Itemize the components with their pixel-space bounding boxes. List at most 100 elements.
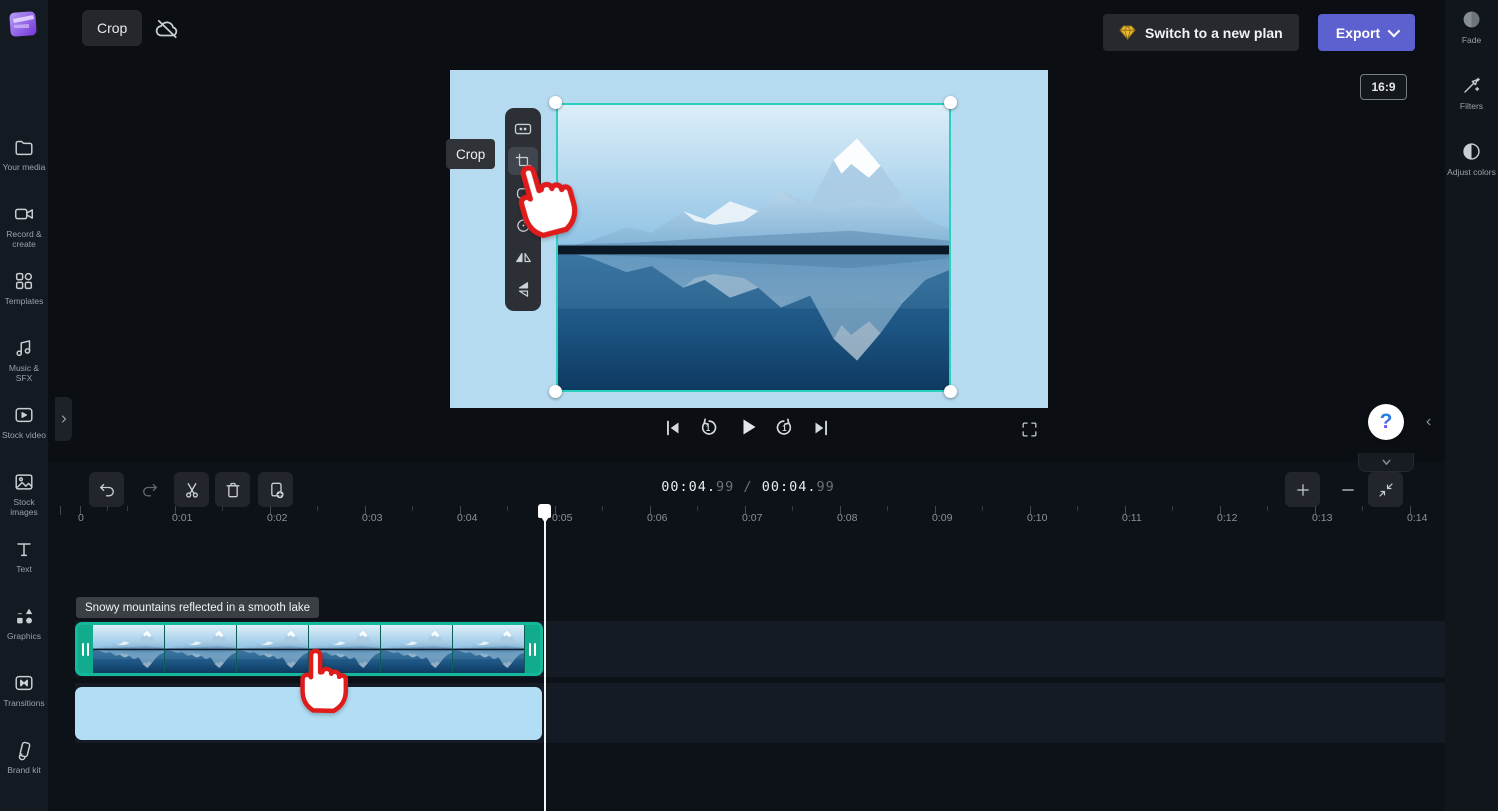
stock-video-icon [13, 404, 35, 426]
filmstrip-frame [381, 625, 453, 673]
panel-item-filters[interactable]: Filters [1445, 66, 1498, 132]
chevron-down-icon [1387, 24, 1401, 38]
sidebar-item-music-sfx[interactable]: Music & SFX [0, 329, 48, 396]
folder-media-icon [13, 136, 35, 158]
templates-icon [13, 270, 35, 292]
ruler-label: 0:08 [837, 512, 858, 524]
ruler-label: 0 [78, 512, 84, 524]
crop-tooltip: Crop [446, 139, 496, 169]
ruler-label: 0:13 [1312, 512, 1333, 524]
playhead[interactable] [544, 505, 546, 811]
collapse-preview-tab[interactable] [1358, 453, 1414, 472]
sidebar-item-transitions[interactable]: Transitions [0, 664, 48, 731]
sidebar-item-text[interactable]: Text [0, 530, 48, 597]
selected-video-frame[interactable] [556, 103, 951, 392]
help-button[interactable]: ? [1368, 404, 1404, 440]
brand-kit-icon [13, 739, 35, 761]
split-button[interactable] [174, 472, 209, 507]
crop-handle-bottom-left[interactable] [549, 385, 562, 398]
text-icon [13, 538, 35, 560]
sidebar-item-label: Stock video [2, 431, 46, 440]
sidebar-item-stock-images[interactable]: Stock images [0, 463, 48, 530]
filters-icon [1461, 75, 1482, 96]
forward-1s-icon[interactable]: 1 [769, 413, 799, 443]
filmstrip-frame [93, 625, 165, 673]
sidebar-item-graphics[interactable]: Graphics [0, 597, 48, 664]
panel-item-adjust-colors[interactable]: Adjust colors [1445, 132, 1498, 198]
page-title: Crop [82, 10, 143, 46]
timecode-display: 00:04.99 / 00:04.99 [661, 479, 835, 495]
aspect-ratio-badge[interactable]: 16:9 [1360, 74, 1407, 100]
sidebar-item-stock-video[interactable]: Stock video [0, 396, 48, 463]
sidebar-item-label: Your media [2, 163, 46, 172]
flip-horizontal-icon[interactable] [508, 244, 538, 272]
ruler-minor-ticks [0, 506, 1445, 511]
rewind-1s-icon[interactable]: 1 [694, 413, 724, 443]
playhead-handle[interactable] [538, 504, 551, 523]
sidebar-item-label: Record & create [6, 230, 42, 249]
cloud-backup-off-icon[interactable] [153, 17, 183, 41]
duplicate-button[interactable] [258, 472, 293, 507]
collapse-right-panel-button[interactable] [1420, 411, 1436, 433]
ruler-label: 0:04 [457, 512, 478, 524]
music-sfx-icon [13, 337, 35, 359]
crop-handle-bottom-right[interactable] [944, 385, 957, 398]
sidebar-item-label: Text [16, 565, 32, 574]
sidebar-item-your-media[interactable]: Your media [0, 128, 48, 195]
sidebar-nav: Your media Record & create Templates Mus… [0, 128, 48, 798]
mountain-lake-video [558, 105, 949, 390]
tutorial-hand-cursor-clip [292, 641, 354, 715]
panel-item-label: Filters [1459, 101, 1484, 111]
skip-end-icon[interactable] [806, 413, 836, 443]
redo-button[interactable] [132, 472, 167, 507]
sidebar-item-label: Graphics [6, 632, 41, 641]
fade-icon [1461, 9, 1482, 30]
sidebar-item-record-create[interactable]: Record & create [0, 195, 48, 262]
fullscreen-icon[interactable] [1014, 414, 1044, 444]
skip-start-icon[interactable] [658, 413, 688, 443]
delete-button[interactable] [215, 472, 250, 507]
stock-images-icon [13, 471, 35, 493]
clip-name-tooltip: Snowy mountains reflected in a smooth la… [76, 597, 320, 618]
help-label: ? [1379, 410, 1393, 433]
panel-item-label: Adjust colors [1447, 167, 1496, 177]
fit-frame-icon[interactable] [508, 115, 538, 143]
sidebar-item-label: Brand kit [7, 766, 41, 775]
ruler-label: 0:09 [932, 512, 953, 524]
sidebar-item-label: Transitions [3, 699, 45, 708]
zoom-out-button[interactable] [1330, 472, 1365, 507]
svg-text:1: 1 [782, 424, 787, 433]
expand-sidebar-panel-button[interactable] [55, 397, 72, 441]
ruler-label: 0:14 [1407, 512, 1428, 524]
export-label: Export [1335, 24, 1381, 41]
left-sidebar: Your media Record & create Templates Mus… [0, 0, 48, 811]
clipchamp-logo[interactable] [9, 9, 39, 39]
panel-item-fade[interactable]: Fade [1445, 0, 1498, 66]
filmstrip-frame [453, 625, 525, 673]
ruler-label: 0:02 [267, 512, 288, 524]
ruler-label: 0:11 [1122, 512, 1142, 524]
panel-item-label: Fade [1461, 35, 1482, 45]
sidebar-item-label: Music & SFX [8, 364, 40, 383]
record-create-icon [13, 203, 35, 225]
zoom-in-button[interactable] [1285, 472, 1320, 507]
trim-handle-right[interactable] [525, 625, 540, 673]
ruler-label: 0:01 [172, 512, 193, 524]
sidebar-item-templates[interactable]: Templates [0, 262, 48, 329]
play-icon[interactable] [733, 412, 763, 442]
svg-text:1: 1 [706, 424, 711, 433]
ruler-label: 0:06 [647, 512, 668, 524]
sidebar-item-label: Stock images [10, 498, 38, 517]
trim-handle-left[interactable] [78, 625, 93, 673]
sidebar-item-brand-kit[interactable]: Brand kit [0, 731, 48, 798]
flip-vertical-icon[interactable] [508, 276, 538, 304]
zoom-fit-button[interactable] [1368, 472, 1403, 507]
ruler-label: 0:05 [552, 512, 573, 524]
ruler-label: 0:03 [362, 512, 383, 524]
sidebar-item-label: Templates [4, 297, 44, 306]
export-button[interactable]: Export [1318, 14, 1415, 51]
switch-plan-button[interactable]: Switch to a new plan [1103, 14, 1299, 51]
undo-button[interactable] [89, 472, 124, 507]
crop-handle-top-right[interactable] [944, 96, 957, 109]
crop-handle-top-left[interactable] [549, 96, 562, 109]
